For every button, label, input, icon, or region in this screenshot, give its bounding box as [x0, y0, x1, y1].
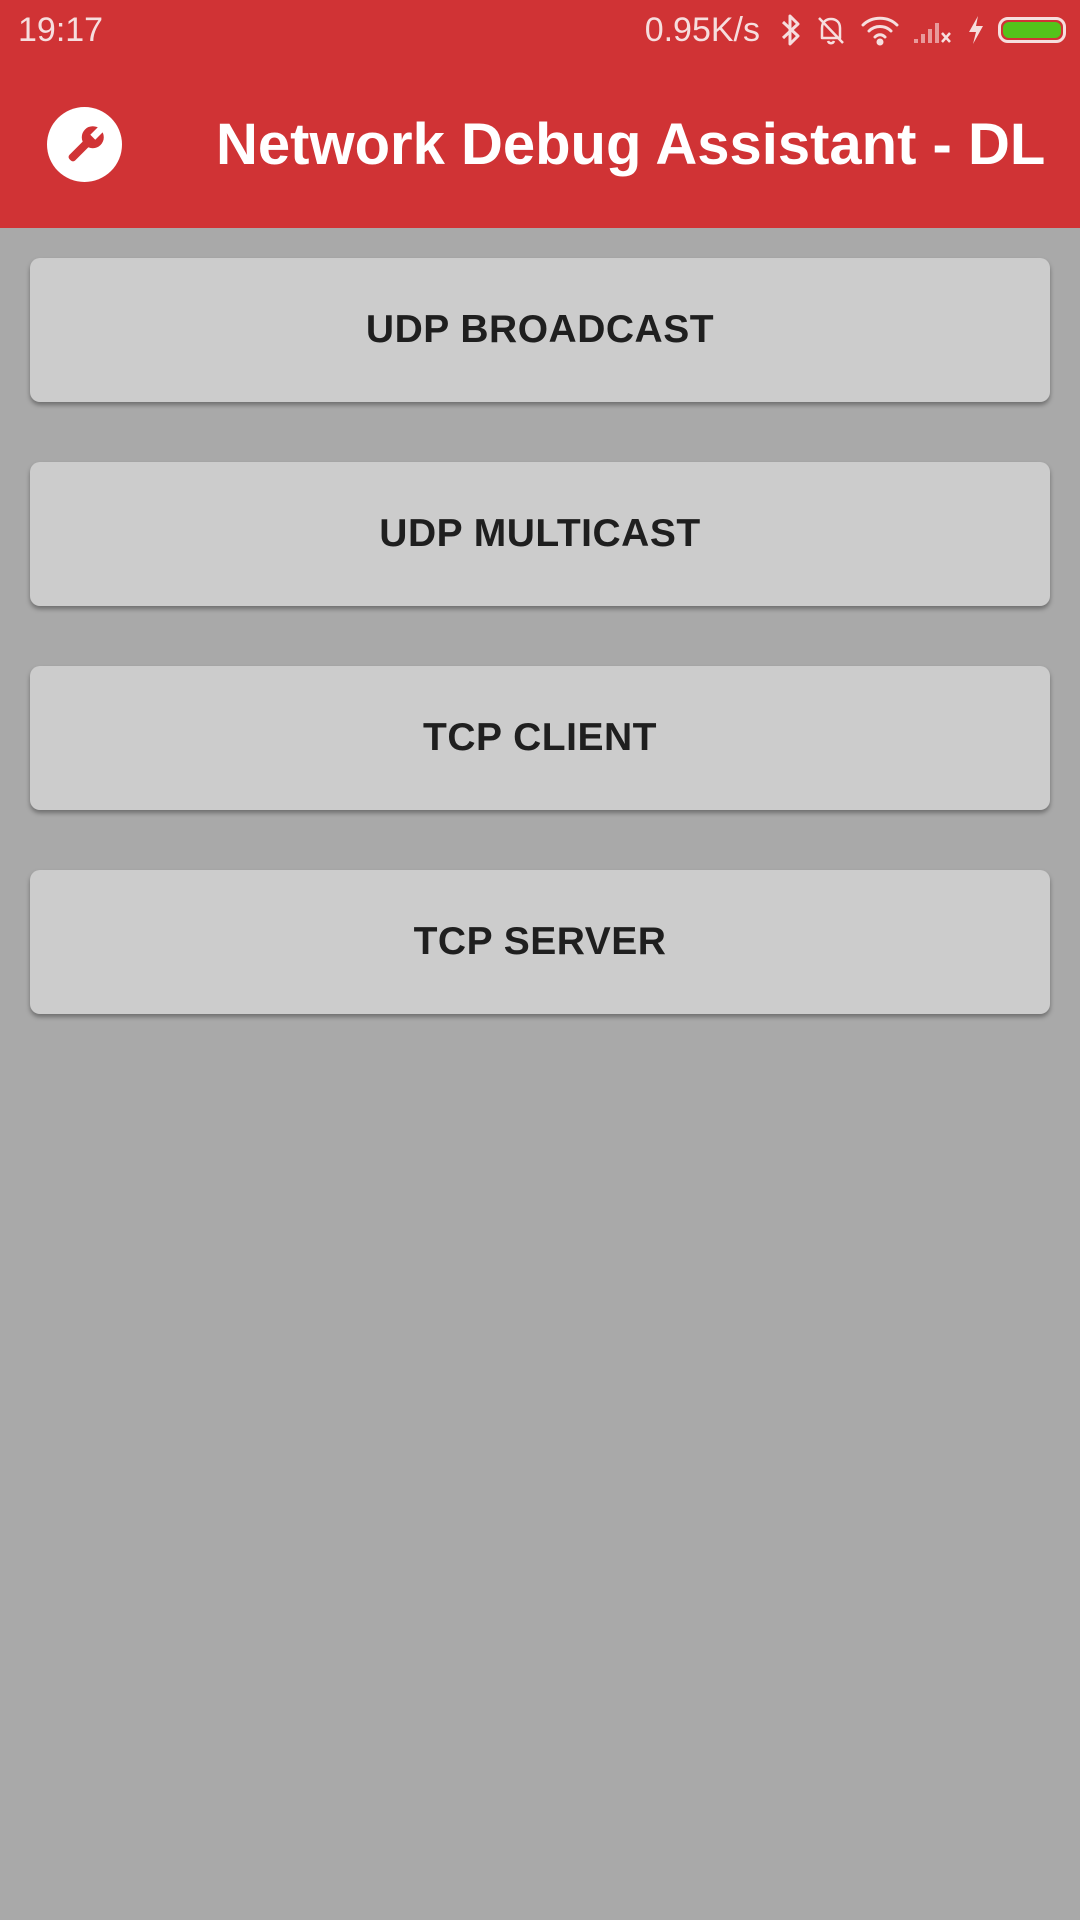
notifications-off-icon	[814, 13, 848, 47]
tcp-server-button[interactable]: TCP SERVER	[30, 870, 1050, 1014]
app-bar: Network Debug Assistant - DL	[0, 62, 1080, 228]
tcp-client-button[interactable]: TCP CLIENT	[30, 666, 1050, 810]
udp-broadcast-button[interactable]: UDP BROADCAST	[30, 258, 1050, 402]
status-icons: 0.95K/s	[645, 8, 1066, 52]
battery-icon	[998, 17, 1066, 43]
connection-mode-menu: UDP BROADCAST UDP MULTICAST TCP CLIENT T…	[30, 258, 1050, 1074]
status-time: 19:17	[18, 11, 104, 49]
charging-icon	[966, 14, 986, 46]
udp-multicast-button[interactable]: UDP MULTICAST	[30, 462, 1050, 606]
network-speed: 0.95K/s	[644, 11, 760, 49]
cellular-no-signal-icon	[912, 15, 954, 45]
wifi-icon	[860, 14, 900, 46]
bluetooth-icon	[780, 13, 802, 47]
wrench-icon[interactable]	[47, 107, 122, 182]
app-title: Network Debug Assistant - DL	[216, 112, 1046, 177]
status-bar: 19:17 0.95K/s	[0, 0, 1080, 62]
battery-level	[1003, 22, 1061, 38]
